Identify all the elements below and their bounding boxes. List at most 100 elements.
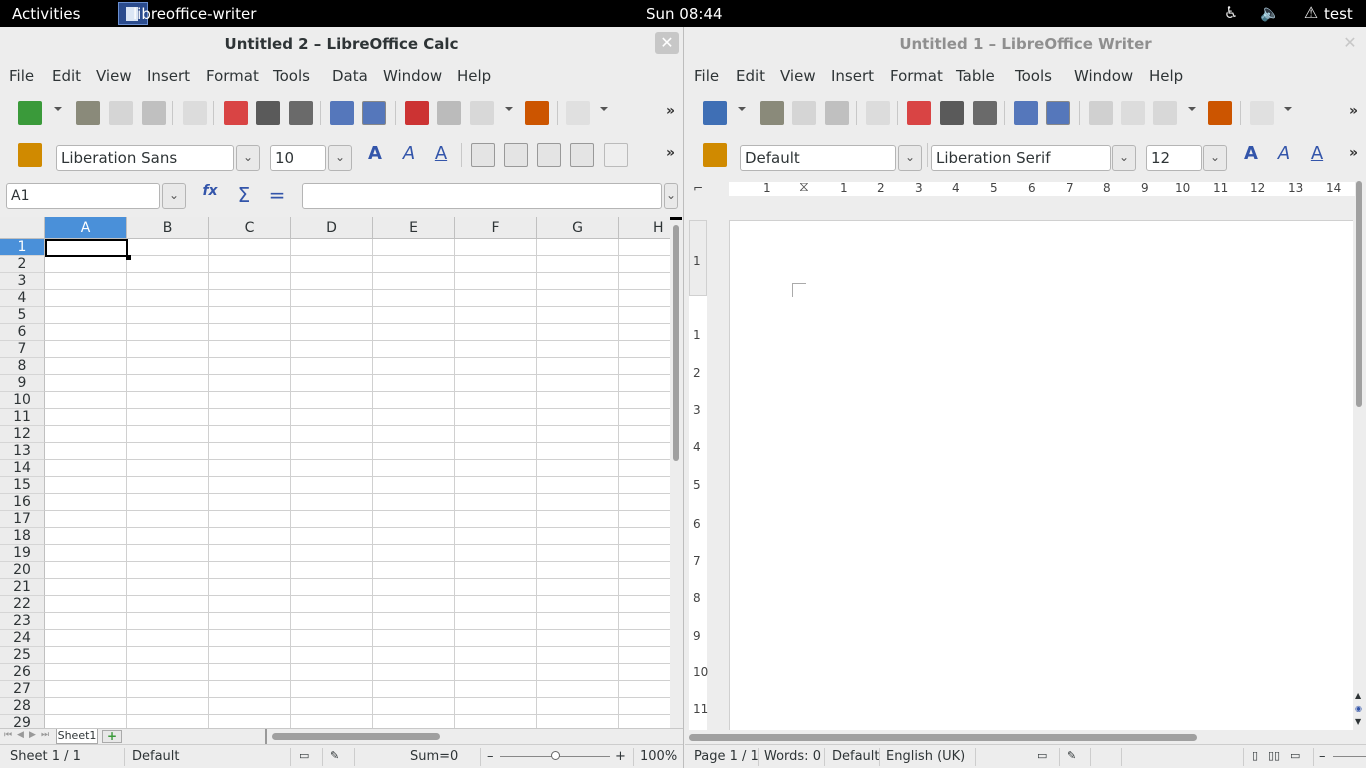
navigation-icon[interactable]: ◉ [1355,704,1362,713]
paste-icon[interactable] [470,101,494,125]
prev-page-icon[interactable]: ▲ [1355,691,1361,700]
row-header[interactable]: 29 [0,715,45,729]
name-box[interactable]: A1 [6,183,160,209]
row-header[interactable]: 20 [0,562,45,579]
new-document-icon[interactable] [703,101,727,125]
menu-file[interactable]: File [694,67,719,85]
document-modified-icon[interactable]: ✎ [330,749,339,762]
clock[interactable]: Sun 08:44 [646,5,723,23]
row-header[interactable]: 4 [0,290,45,307]
next-page-icon[interactable]: ▼ [1355,717,1361,726]
zoom-handle[interactable] [551,751,560,760]
more-icon[interactable]: » [666,145,675,161]
row-header[interactable]: 2 [0,256,45,273]
insert-mode-icon[interactable]: ▭ [299,749,309,762]
chevron-down-icon[interactable] [54,107,62,111]
more-icon[interactable]: » [1349,145,1358,161]
chevron-down-icon[interactable] [738,107,746,111]
expand-formula-icon[interactable]: ⌄ [664,183,678,209]
chevron-down-icon[interactable]: ⌄ [1112,145,1136,171]
menu-edit[interactable]: Edit [52,67,81,85]
activities-button[interactable]: Activities [12,5,80,23]
function-wizard-icon[interactable]: fx [198,183,222,207]
zoom-out-icon[interactable]: – [487,749,494,764]
vertical-scrollbar[interactable]: ▲ ◉ ▼ [1353,177,1366,730]
formula-input[interactable] [302,183,662,209]
horizontal-ruler[interactable]: ⌐ 1 ⧖ 1 2 3 4 5 6 7 8 9 10 11 12 13 14 [685,177,1355,201]
row-header[interactable]: 28 [0,698,45,715]
row-header[interactable]: 1 [0,239,45,256]
undo-icon[interactable] [1250,101,1274,125]
email-icon[interactable] [142,101,166,125]
chevron-down-icon[interactable]: ⌄ [162,183,186,209]
print-preview-icon[interactable] [973,101,997,125]
underline-icon[interactable]: A [429,143,453,167]
menu-format[interactable]: Format [206,67,259,85]
more-icon[interactable]: » [1349,103,1358,119]
vertical-scrollbar[interactable] [670,217,682,729]
page-style[interactable]: Default [832,749,880,764]
tab-splitter[interactable] [265,729,267,744]
row-header[interactable]: 18 [0,528,45,545]
zoom-slider[interactable] [1333,756,1366,757]
menu-tools[interactable]: Tools [1015,67,1052,85]
row-header[interactable]: 8 [0,358,45,375]
chevron-down-icon[interactable]: ⌄ [1203,145,1227,171]
more-icon[interactable]: » [666,103,675,119]
menu-help[interactable]: Help [1149,67,1183,85]
font-name-field[interactable]: Liberation Sans [56,145,234,171]
row-header[interactable]: 23 [0,613,45,630]
italic-icon[interactable]: A [397,143,421,167]
row-header[interactable]: 26 [0,664,45,681]
row-header[interactable]: 16 [0,494,45,511]
active-cell[interactable] [45,239,128,257]
merge-cells-icon[interactable] [604,143,628,167]
app-menu-label[interactable]: libreoffice-writer [133,5,256,23]
row-header[interactable]: 15 [0,477,45,494]
align-left-icon[interactable] [471,143,495,167]
sum-icon[interactable]: Σ [232,183,256,207]
menu-file[interactable]: File [9,67,34,85]
edit-mode-icon[interactable] [183,101,207,125]
chevron-down-icon[interactable] [1284,107,1292,111]
chevron-down-icon[interactable]: ⌄ [328,145,352,171]
copy-icon[interactable] [437,101,461,125]
user-menu[interactable]: test [1324,5,1353,23]
autospellcheck-icon[interactable] [1046,101,1070,125]
multi-page-view-icon[interactable]: ▯▯ [1268,749,1280,762]
row-header[interactable]: 7 [0,341,45,358]
sheet-tab[interactable]: Sheet1 [56,729,98,744]
document-modified-icon[interactable]: ✎ [1067,749,1076,762]
spellcheck-icon[interactable] [330,101,354,125]
menu-edit[interactable]: Edit [736,67,765,85]
column-header[interactable]: B [127,217,209,239]
add-sheet-icon[interactable]: + [102,730,122,743]
bold-icon[interactable]: A [1239,143,1263,167]
menu-window[interactable]: Window [383,67,442,85]
formula-icon[interactable]: = [265,183,289,207]
select-all-corner[interactable] [0,217,45,239]
justify-icon[interactable] [570,143,594,167]
tab-type-icon[interactable]: ⌐ [693,181,703,195]
font-size-field[interactable]: 10 [270,145,326,171]
menu-insert[interactable]: Insert [147,67,190,85]
chevron-down-icon[interactable] [600,107,608,111]
prev-sheet-icon[interactable]: ◀ [17,730,24,740]
row-header[interactable]: 3 [0,273,45,290]
page-style[interactable]: Default [132,749,180,764]
column-header[interactable]: G [537,217,619,239]
last-sheet-icon[interactable]: ⏭ [41,730,49,740]
font-size-field[interactable]: 12 [1146,145,1202,171]
menu-format[interactable]: Format [890,67,943,85]
paragraph-style-field[interactable]: Default [740,145,896,171]
row-header[interactable]: 13 [0,443,45,460]
chevron-down-icon[interactable]: ⌄ [898,145,922,171]
volume-icon[interactable]: 🔈 [1259,3,1281,23]
row-header[interactable]: 27 [0,681,45,698]
close-icon[interactable]: ✕ [655,32,679,54]
print-icon[interactable] [256,101,280,125]
email-icon[interactable] [825,101,849,125]
align-right-icon[interactable] [537,143,561,167]
menu-view[interactable]: View [96,67,132,85]
cut-icon[interactable] [405,101,429,125]
